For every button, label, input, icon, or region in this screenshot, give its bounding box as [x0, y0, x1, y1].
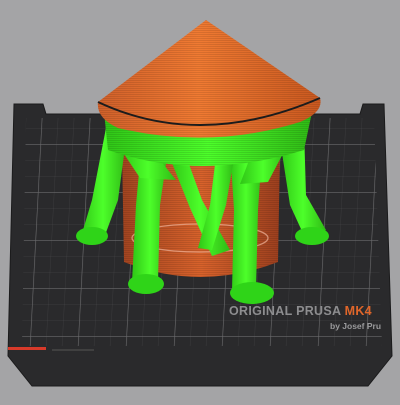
bed-brand-label: ORIGINAL PRUSA MK4: [229, 304, 372, 318]
model-roof: [97, 20, 321, 138]
bed-subtitle: by Josef Pru: [330, 321, 382, 331]
bed-brand-name: PRUSA: [296, 304, 345, 318]
bed-brand-prefix: ORIGINAL: [229, 304, 297, 318]
3d-viewport[interactable]: ORIGINAL PRUSA MK4 by Josef Pru: [0, 0, 400, 400]
scene[interactable]: [0, 0, 400, 400]
bed-brand-model: MK4: [344, 304, 372, 318]
bed-corner-mark: [8, 347, 46, 350]
